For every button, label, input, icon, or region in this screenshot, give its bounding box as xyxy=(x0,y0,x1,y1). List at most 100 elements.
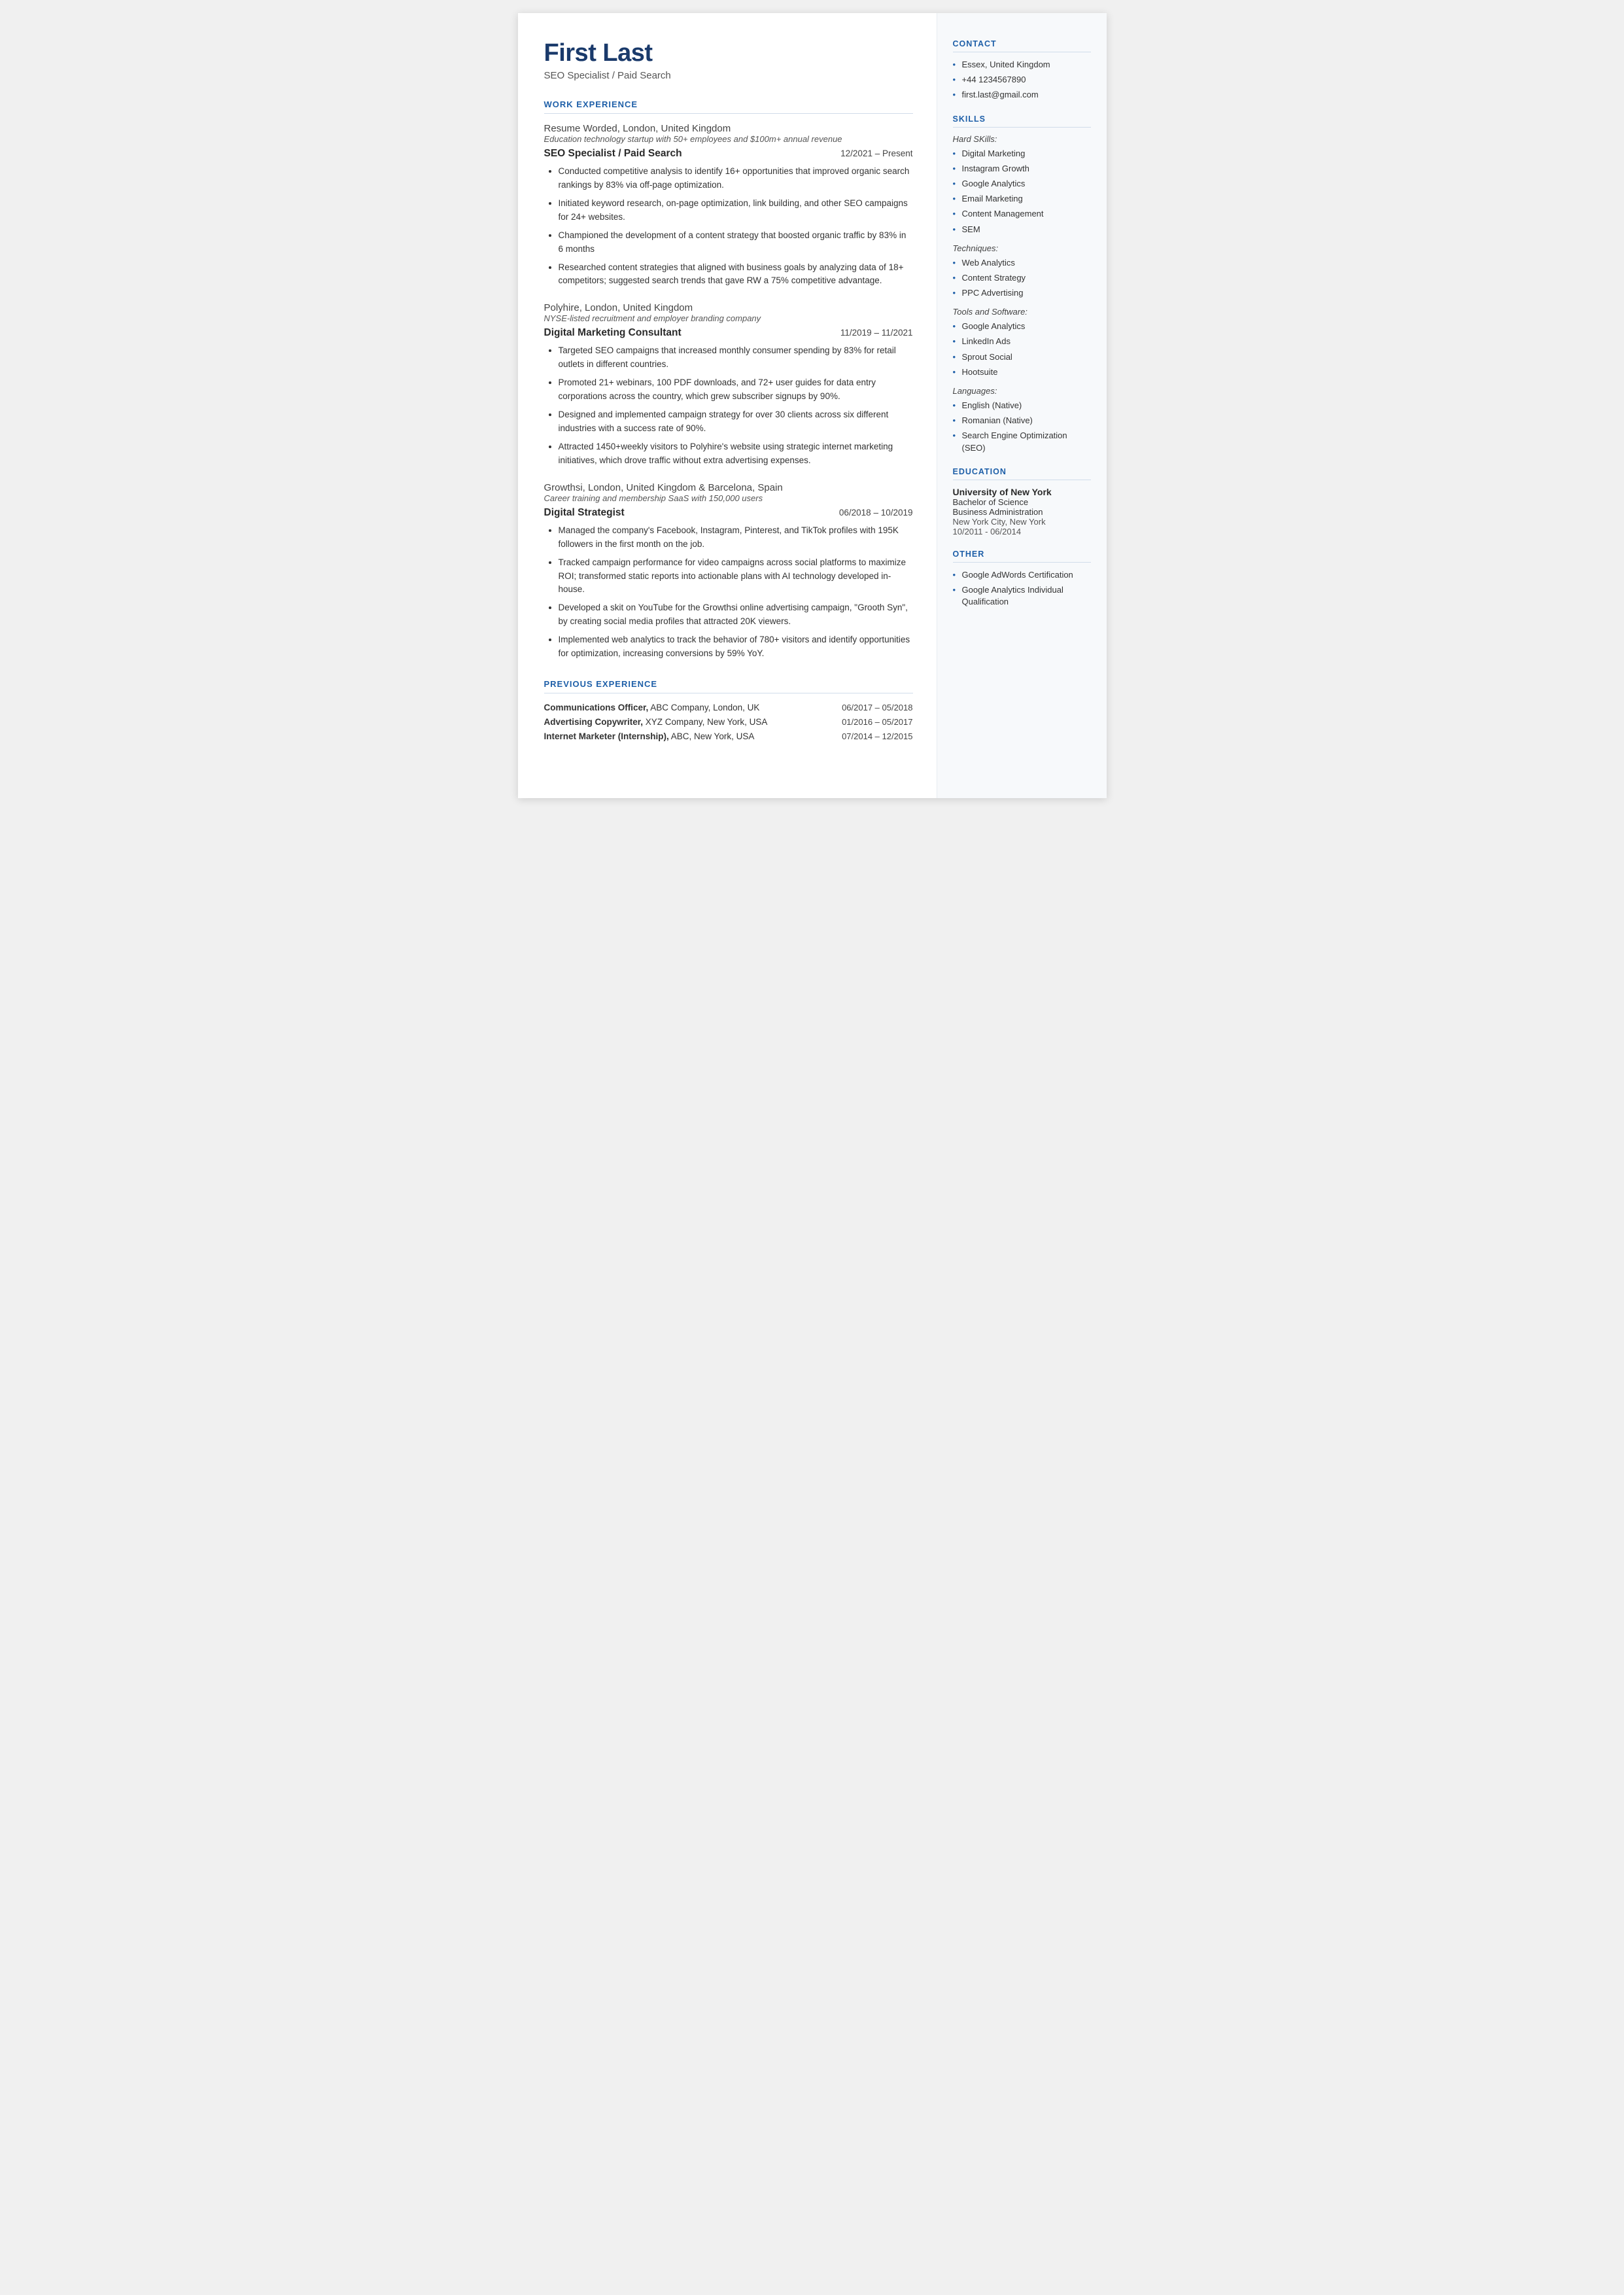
bullet-2-1: Targeted SEO campaigns that increased mo… xyxy=(559,344,913,372)
contact-phone: +44 1234567890 xyxy=(953,74,1091,86)
employer-name-3: Growthsi, London, United Kingdom & Barce… xyxy=(544,482,913,493)
education-heading: EDUCATION xyxy=(953,467,1091,480)
tool-2: LinkedIn Ads xyxy=(953,336,1091,347)
main-column: First Last SEO Specialist / Paid Search … xyxy=(518,13,937,798)
prev-exp-row-3: Internet Marketer (Internship), ABC, New… xyxy=(544,731,913,741)
edu-field: Business Administration xyxy=(953,507,1091,517)
job-title-row-3: Digital Strategist 06/2018 – 10/2019 xyxy=(544,507,913,519)
hard-skill-1: Digital Marketing xyxy=(953,148,1091,160)
job-title-2: Digital Marketing Consultant xyxy=(544,327,682,339)
techniques-list: Web Analytics Content Strategy PPC Adver… xyxy=(953,257,1091,300)
bullet-3-4: Implemented web analytics to track the b… xyxy=(559,633,913,661)
bullet-2-2: Promoted 21+ webinars, 100 PDF downloads… xyxy=(559,376,913,404)
prev-exp-title-2: Advertising Copywriter, xyxy=(544,717,644,727)
sidebar-column: CONTACT Essex, United Kingdom +44 123456… xyxy=(937,13,1107,798)
hard-skill-4: Email Marketing xyxy=(953,193,1091,205)
prev-exp-left-1: Communications Officer, ABC Company, Lon… xyxy=(544,703,760,712)
employer-name-2: Polyhire, London, United Kingdom xyxy=(544,302,913,313)
bullet-3-1: Managed the company's Facebook, Instagra… xyxy=(559,524,913,552)
hard-skill-3: Google Analytics xyxy=(953,178,1091,190)
job-dates-3: 06/2018 – 10/2019 xyxy=(839,508,913,517)
prev-exp-date-2: 01/2016 – 05/2017 xyxy=(842,717,912,727)
prev-exp-title-1: Communications Officer, xyxy=(544,703,649,712)
other-1: Google AdWords Certification xyxy=(953,569,1091,581)
technique-3: PPC Advertising xyxy=(953,287,1091,299)
prev-exp-company-1: ABC Company, London, UK xyxy=(648,703,759,712)
techniques-label: Techniques: xyxy=(953,243,1091,253)
hard-skills-list: Digital Marketing Instagram Growth Googl… xyxy=(953,148,1091,236)
hard-skill-2: Instagram Growth xyxy=(953,163,1091,175)
work-experience-heading: WORK EXPERIENCE xyxy=(544,99,913,114)
edu-institution: University of New York xyxy=(953,487,1091,497)
employer-rest-3: London, United Kingdom & Barcelona, Spai… xyxy=(585,482,783,493)
other-2: Google Analytics Individual Qualificatio… xyxy=(953,584,1091,608)
prev-exp-title-3: Internet Marketer (Internship), xyxy=(544,731,669,741)
contact-email: first.last@gmail.com xyxy=(953,89,1091,101)
bullet-1-1: Conducted competitive analysis to identi… xyxy=(559,165,913,192)
employer-rest-2: London, United Kingdom xyxy=(582,302,693,313)
language-2: Romanian (Native) xyxy=(953,415,1091,427)
hard-skill-5: Content Management xyxy=(953,208,1091,220)
employer-block-2: Polyhire, London, United Kingdom NYSE-li… xyxy=(544,302,913,467)
employer-bold-1: Resume Worded, xyxy=(544,123,620,134)
languages-list: English (Native) Romanian (Native) Searc… xyxy=(953,400,1091,454)
employer-block-3: Growthsi, London, United Kingdom & Barce… xyxy=(544,482,913,661)
tool-1: Google Analytics xyxy=(953,321,1091,332)
resume-wrapper: First Last SEO Specialist / Paid Search … xyxy=(518,13,1107,798)
employer-bold-3: Growthsi, xyxy=(544,482,585,493)
technique-1: Web Analytics xyxy=(953,257,1091,269)
contact-heading: CONTACT xyxy=(953,39,1091,52)
tools-label: Tools and Software: xyxy=(953,307,1091,317)
candidate-subtitle: SEO Specialist / Paid Search xyxy=(544,70,913,81)
candidate-name: First Last xyxy=(544,39,913,67)
tool-4: Hootsuite xyxy=(953,366,1091,378)
employer-tagline-2: NYSE-listed recruitment and employer bra… xyxy=(544,313,913,323)
job-dates-2: 11/2019 – 11/2021 xyxy=(840,328,913,338)
edu-dates: 10/2011 - 06/2014 xyxy=(953,527,1091,536)
edu-location: New York City, New York xyxy=(953,517,1091,527)
job-dates-1: 12/2021 – Present xyxy=(840,149,912,158)
employer-block-1: Resume Worded, London, United Kingdom Ed… xyxy=(544,123,913,288)
language-1: English (Native) xyxy=(953,400,1091,412)
prev-exp-company-3: ABC, New York, USA xyxy=(669,731,755,741)
bullet-1-2: Initiated keyword research, on-page opti… xyxy=(559,197,913,224)
tools-list: Google Analytics LinkedIn Ads Sprout Soc… xyxy=(953,321,1091,378)
name-title-section: First Last SEO Specialist / Paid Search xyxy=(544,39,913,81)
edu-degree: Bachelor of Science xyxy=(953,497,1091,507)
education-block: University of New York Bachelor of Scien… xyxy=(953,487,1091,536)
prev-exp-company-2: XYZ Company, New York, USA xyxy=(643,717,767,727)
prev-exp-row-2: Advertising Copywriter, XYZ Company, New… xyxy=(544,717,913,727)
bullet-list-2: Targeted SEO campaigns that increased mo… xyxy=(544,344,913,467)
employer-bold-2: Polyhire, xyxy=(544,302,582,313)
tool-3: Sprout Social xyxy=(953,351,1091,363)
employer-rest-1: London, United Kingdom xyxy=(620,123,731,134)
bullet-1-3: Championed the development of a content … xyxy=(559,229,913,256)
bullet-2-3: Designed and implemented campaign strate… xyxy=(559,408,913,436)
technique-2: Content Strategy xyxy=(953,272,1091,284)
skills-heading: SKILLS xyxy=(953,114,1091,128)
employer-name-1: Resume Worded, London, United Kingdom xyxy=(544,123,913,134)
job-title-row-2: Digital Marketing Consultant 11/2019 – 1… xyxy=(544,327,913,339)
bullet-list-1: Conducted competitive analysis to identi… xyxy=(544,165,913,288)
previous-experience-block: Communications Officer, ABC Company, Lon… xyxy=(544,703,913,741)
languages-label: Languages: xyxy=(953,386,1091,396)
employer-tagline-3: Career training and membership SaaS with… xyxy=(544,493,913,503)
bullet-2-4: Attracted 1450+weekly visitors to Polyhi… xyxy=(559,440,913,468)
prev-exp-left-3: Internet Marketer (Internship), ABC, New… xyxy=(544,731,755,741)
hard-skill-6: SEM xyxy=(953,224,1091,236)
contact-address: Essex, United Kingdom xyxy=(953,59,1091,71)
contact-list: Essex, United Kingdom +44 1234567890 fir… xyxy=(953,59,1091,101)
bullet-1-4: Researched content strategies that align… xyxy=(559,261,913,289)
bullet-3-3: Developed a skit on YouTube for the Grow… xyxy=(559,601,913,629)
employer-tagline-1: Education technology startup with 50+ em… xyxy=(544,134,913,144)
bullet-3-2: Tracked campaign performance for video c… xyxy=(559,556,913,597)
hard-skills-label: Hard SKills: xyxy=(953,134,1091,144)
prev-exp-row-1: Communications Officer, ABC Company, Lon… xyxy=(544,703,913,712)
prev-exp-date-1: 06/2017 – 05/2018 xyxy=(842,703,912,712)
bullet-list-3: Managed the company's Facebook, Instagra… xyxy=(544,524,913,661)
job-title-row-1: SEO Specialist / Paid Search 12/2021 – P… xyxy=(544,148,913,160)
other-list: Google AdWords Certification Google Anal… xyxy=(953,569,1091,608)
language-3: Search Engine Optimization (SEO) xyxy=(953,430,1091,453)
job-title-3: Digital Strategist xyxy=(544,507,625,519)
job-title-1: SEO Specialist / Paid Search xyxy=(544,148,682,160)
